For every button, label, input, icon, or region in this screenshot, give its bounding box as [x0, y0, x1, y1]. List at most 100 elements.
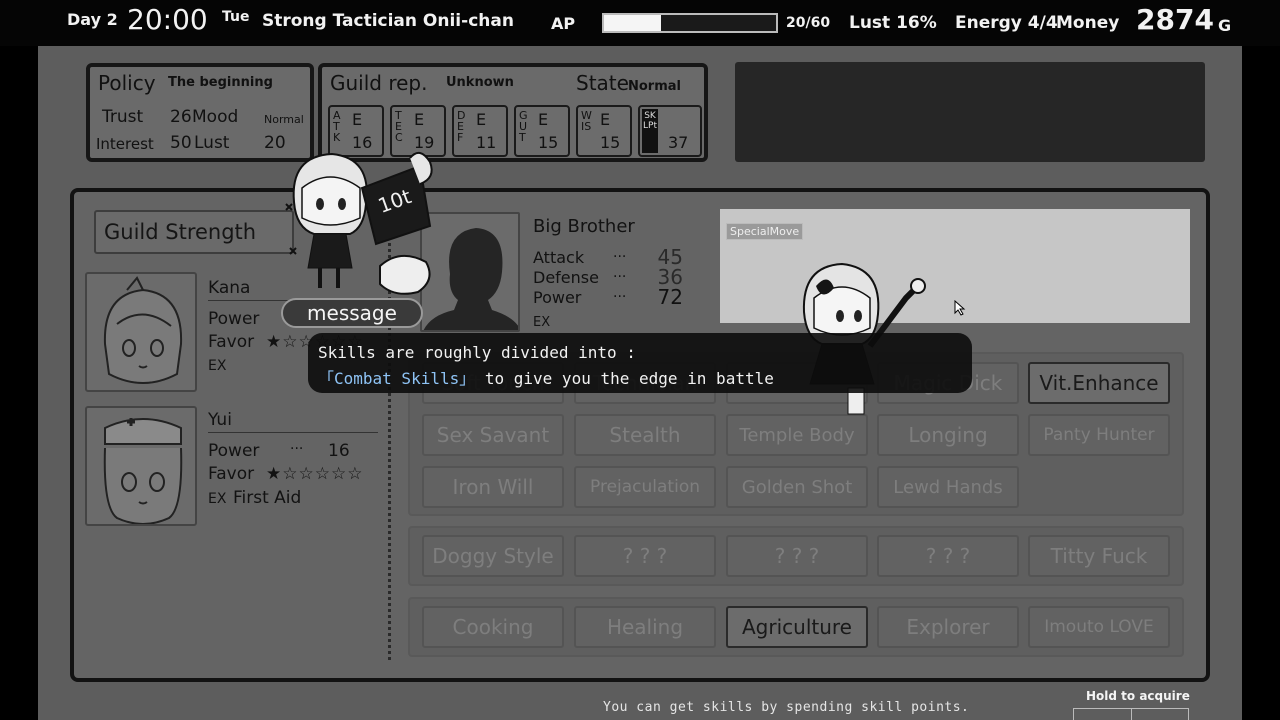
- bb-attack-label: Attack: [533, 248, 585, 267]
- bb-attack-dots: ···: [613, 249, 627, 265]
- special-move-tag: SpecialMove: [726, 223, 804, 240]
- yui-portrait[interactable]: [85, 406, 197, 526]
- stat-gut: GUT E 15: [514, 105, 570, 157]
- stat-value: 15: [538, 133, 559, 152]
- yui-power-value: 16: [328, 441, 350, 461]
- skill-cooking[interactable]: Cooking: [422, 606, 564, 648]
- skill-sex-savant[interactable]: Sex Savant: [422, 414, 564, 456]
- day-label: Day 2: [67, 10, 118, 29]
- skill-titty-fuck[interactable]: Titty Fuck: [1028, 535, 1170, 577]
- bb-power-value: 72: [657, 285, 683, 309]
- kana-favor-label: Favor: [208, 332, 255, 352]
- hold-to-acquire-bar[interactable]: [1073, 708, 1189, 720]
- bb-power-label: Power: [533, 288, 582, 307]
- kana-name: Kana: [208, 278, 251, 298]
- hold-to-acquire-label: Hold to acquire: [1086, 689, 1190, 703]
- stat-rank: E: [600, 110, 611, 129]
- stat-rank: E: [352, 110, 363, 129]
- kana-ex-label: EX: [208, 358, 227, 374]
- skill-prejaculation[interactable]: Prejaculation: [574, 466, 716, 508]
- ap-label: AP: [551, 14, 576, 33]
- divider: [208, 432, 378, 433]
- skill-explorer[interactable]: Explorer: [877, 606, 1019, 648]
- stat-rank: E: [476, 110, 487, 129]
- stat-abbr: TEC: [395, 109, 403, 144]
- skill-points-tag: SKLPt: [642, 109, 658, 153]
- mood-value: Normal: [264, 113, 304, 126]
- big-brother-name: Big Brother: [533, 216, 635, 237]
- yui-name: Yui: [208, 410, 232, 430]
- message-tag: message: [281, 298, 423, 328]
- dialog-line-2: 「Combat Skills」 to give you the edge in …: [318, 365, 774, 389]
- skill-agriculture[interactable]: Agriculture: [726, 606, 868, 648]
- kana-power-label: Power: [208, 309, 260, 329]
- skill-locked[interactable]: ? ? ?: [574, 535, 716, 577]
- guild-rep-value: Unknown: [446, 75, 514, 90]
- yui-favor-stars: ★☆☆☆☆☆: [266, 464, 364, 484]
- trust-label: Trust: [102, 107, 144, 127]
- guild-strength-header: Guild Strength: [94, 210, 294, 254]
- time-label: 20:00: [127, 3, 208, 36]
- bb-defense-dots: ···: [613, 269, 627, 285]
- kana-face-icon: [103, 276, 183, 384]
- footer-hint: You can get skills by spending skill poi…: [603, 700, 970, 715]
- skill-panty-hunter[interactable]: Panty Hunter: [1028, 414, 1170, 456]
- skill-iron-will[interactable]: Iron Will: [422, 466, 564, 508]
- player-title: Strong Tactician Onii-chan: [262, 11, 514, 31]
- skill-healing[interactable]: Healing: [574, 606, 716, 648]
- energy-status: Energy 4/4: [955, 13, 1058, 33]
- yui-ex-value: First Aid: [233, 488, 302, 508]
- skill-imouto-love[interactable]: Imouto LOVE: [1028, 606, 1170, 648]
- info-panel: [735, 62, 1205, 162]
- skill-doggy-style[interactable]: Doggy Style: [422, 535, 564, 577]
- skill-lewd-hands[interactable]: Lewd Hands: [877, 466, 1019, 508]
- skill-golden-shot[interactable]: Golden Shot: [726, 466, 868, 508]
- skill-vit-enhance[interactable]: Vit.Enhance: [1028, 362, 1170, 404]
- top-status-bar: Day 2 20:00 Tue Strong Tactician Onii-ch…: [0, 0, 1280, 46]
- tutorial-dialog[interactable]: Skills are roughly divided into : 「Comba…: [308, 333, 972, 393]
- stat-def: DEF E 11: [452, 105, 508, 157]
- skill-points-box: SKLPt 37: [638, 105, 702, 157]
- policy-subtitle: The beginning: [168, 75, 273, 90]
- policy-title: Policy: [98, 71, 156, 95]
- stat-value: 15: [600, 133, 621, 152]
- stat-abbr: ATK: [333, 109, 341, 144]
- yui-power-dots: ···: [290, 441, 304, 457]
- yui-ex-label: EX: [208, 491, 227, 507]
- state-label: State: [576, 71, 629, 95]
- money-label: Money: [1056, 13, 1120, 33]
- bb-power-dots: ···: [613, 289, 627, 305]
- yui-favor-label: Favor: [208, 464, 255, 484]
- dialog-highlight: 「Combat Skills」: [318, 369, 476, 388]
- chibi-girl-weight-icon: 10t: [285, 151, 433, 295]
- kana-portrait[interactable]: [85, 272, 197, 392]
- stat-abbr: DEF: [457, 109, 466, 144]
- dialog-line-2-rest: to give you the edge in battle: [475, 369, 774, 388]
- interest-label: Interest: [96, 135, 154, 153]
- guild-strength-label: Guild Strength: [104, 220, 257, 244]
- interest-value: 50: [170, 133, 192, 153]
- policy-lust-label: Lust: [194, 133, 230, 153]
- ap-bar: [602, 13, 778, 33]
- dialog-line-1: Skills are roughly divided into :: [318, 343, 636, 362]
- skill-stealth[interactable]: Stealth: [574, 414, 716, 456]
- skill-locked[interactable]: ? ? ?: [726, 535, 868, 577]
- stat-abbr: WIS: [581, 109, 592, 133]
- money-value: 2874: [1136, 3, 1214, 36]
- guild-rep-title: Guild rep.: [330, 71, 428, 95]
- stat-rank: E: [538, 110, 549, 129]
- weekday-label: Tue: [222, 9, 250, 25]
- trust-value: 26: [170, 107, 192, 127]
- bb-ex-label: EX: [533, 315, 551, 330]
- mouse-cursor-icon: [954, 300, 966, 316]
- yui-power-label: Power: [208, 441, 260, 461]
- stat-abbr: GUT: [519, 109, 528, 144]
- state-value: Normal: [628, 79, 681, 94]
- yui-face-icon: [103, 418, 183, 524]
- skill-points-value: 37: [668, 133, 689, 152]
- stat-value: 11: [476, 133, 497, 152]
- skill-locked[interactable]: ? ? ?: [877, 535, 1019, 577]
- mood-label: Mood: [192, 107, 239, 127]
- ap-bar-fill: [604, 15, 662, 31]
- currency-symbol: G: [1218, 16, 1232, 35]
